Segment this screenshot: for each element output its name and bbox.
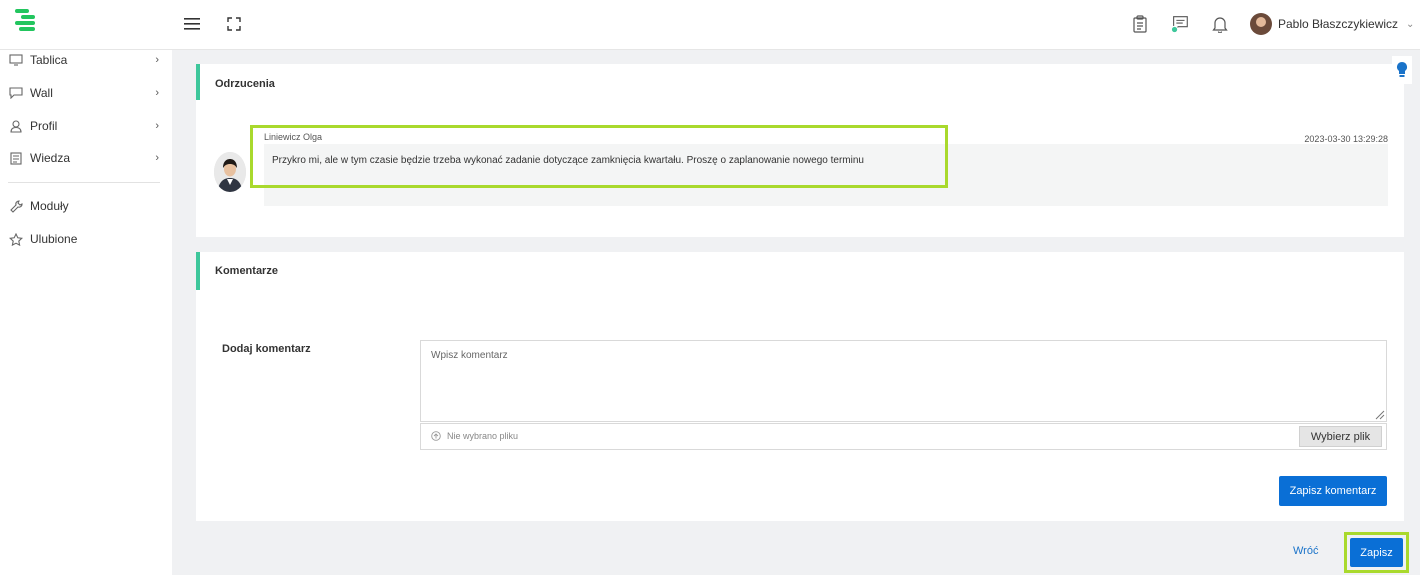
highlight-box [250,125,948,188]
back-link[interactable]: Wróć [1293,545,1318,557]
sidebar-item-label: Moduły [30,199,69,213]
sidebar-item-moduly[interactable]: Moduły [8,194,163,218]
user-icon [8,118,24,134]
sidebar-divider [8,182,160,183]
chevron-right-icon: › [155,120,159,132]
panel-accent [196,64,200,100]
sidebar: Tablica › Wall › Profil › Wiedza › Moduł… [0,50,172,575]
sidebar-item-profil[interactable]: Profil › [8,114,163,138]
sidebar-item-wall[interactable]: Wall › [8,81,163,105]
panel-title: Komentarze [215,265,278,277]
rejections-panel: Odrzucenia Liniewicz Olga 2023-03-30 13:… [196,64,1404,237]
comment-placeholder: Wpisz komentarz [431,350,508,361]
save-comment-button[interactable]: Zapisz komentarz [1279,476,1387,506]
upload-icon [431,431,441,441]
star-icon [8,231,24,247]
choose-file-button[interactable]: Wybierz plik [1299,426,1382,447]
panel-title: Odrzucenia [215,78,275,90]
sidebar-item-ulubione[interactable]: Ulubione [8,227,163,251]
user-menu[interactable]: Pablo Błaszczykiewicz ⌄ [1250,13,1414,35]
lightbulb-icon[interactable] [1392,56,1412,84]
comments-panel: Komentarze Dodaj komentarz Wpisz komenta… [196,252,1404,521]
avatar [214,152,246,192]
chevron-right-icon: › [155,54,159,66]
chevron-down-icon: ⌄ [1406,18,1415,30]
menu-icon[interactable] [182,14,202,34]
bell-icon[interactable] [1210,14,1230,34]
chevron-right-icon: › [155,87,159,99]
fullscreen-icon[interactable] [224,14,244,34]
sidebar-item-label: Tablica [30,53,68,67]
wrench-icon [8,198,24,214]
sidebar-item-tablica[interactable]: Tablica › [8,48,163,72]
sidebar-item-label: Ulubione [30,232,78,246]
file-status-text: Nie wybrano pliku [447,431,519,441]
sidebar-item-wiedza[interactable]: Wiedza › [8,146,163,170]
panel-accent [196,252,200,290]
document-icon [8,150,24,166]
logo-icon[interactable] [13,7,39,35]
file-status: Nie wybrano pliku [431,431,518,441]
chevron-right-icon: › [155,152,159,164]
sidebar-item-label: Profil [30,119,58,133]
comment-input[interactable]: Wpisz komentarz [420,340,1387,422]
clipboard-icon[interactable] [1130,14,1150,34]
resize-handle-icon[interactable] [1375,410,1385,420]
avatar [1250,13,1272,35]
add-comment-label: Dodaj komentarz [222,343,311,355]
user-name: Pablo Błaszczykiewicz [1278,17,1399,31]
chat-icon[interactable] [1170,14,1190,34]
sidebar-item-label: Wiedza [30,151,71,165]
chat-bubble-icon [8,85,24,101]
top-bar: Pablo Błaszczykiewicz ⌄ [0,0,1420,50]
highlight-box [1344,532,1409,573]
comment-date: 2023-03-30 13:29:28 [1304,134,1388,144]
file-upload[interactable]: Nie wybrano pliku Wybierz plik [420,423,1387,450]
sidebar-item-label: Wall [30,86,53,100]
monitor-icon [8,52,24,68]
